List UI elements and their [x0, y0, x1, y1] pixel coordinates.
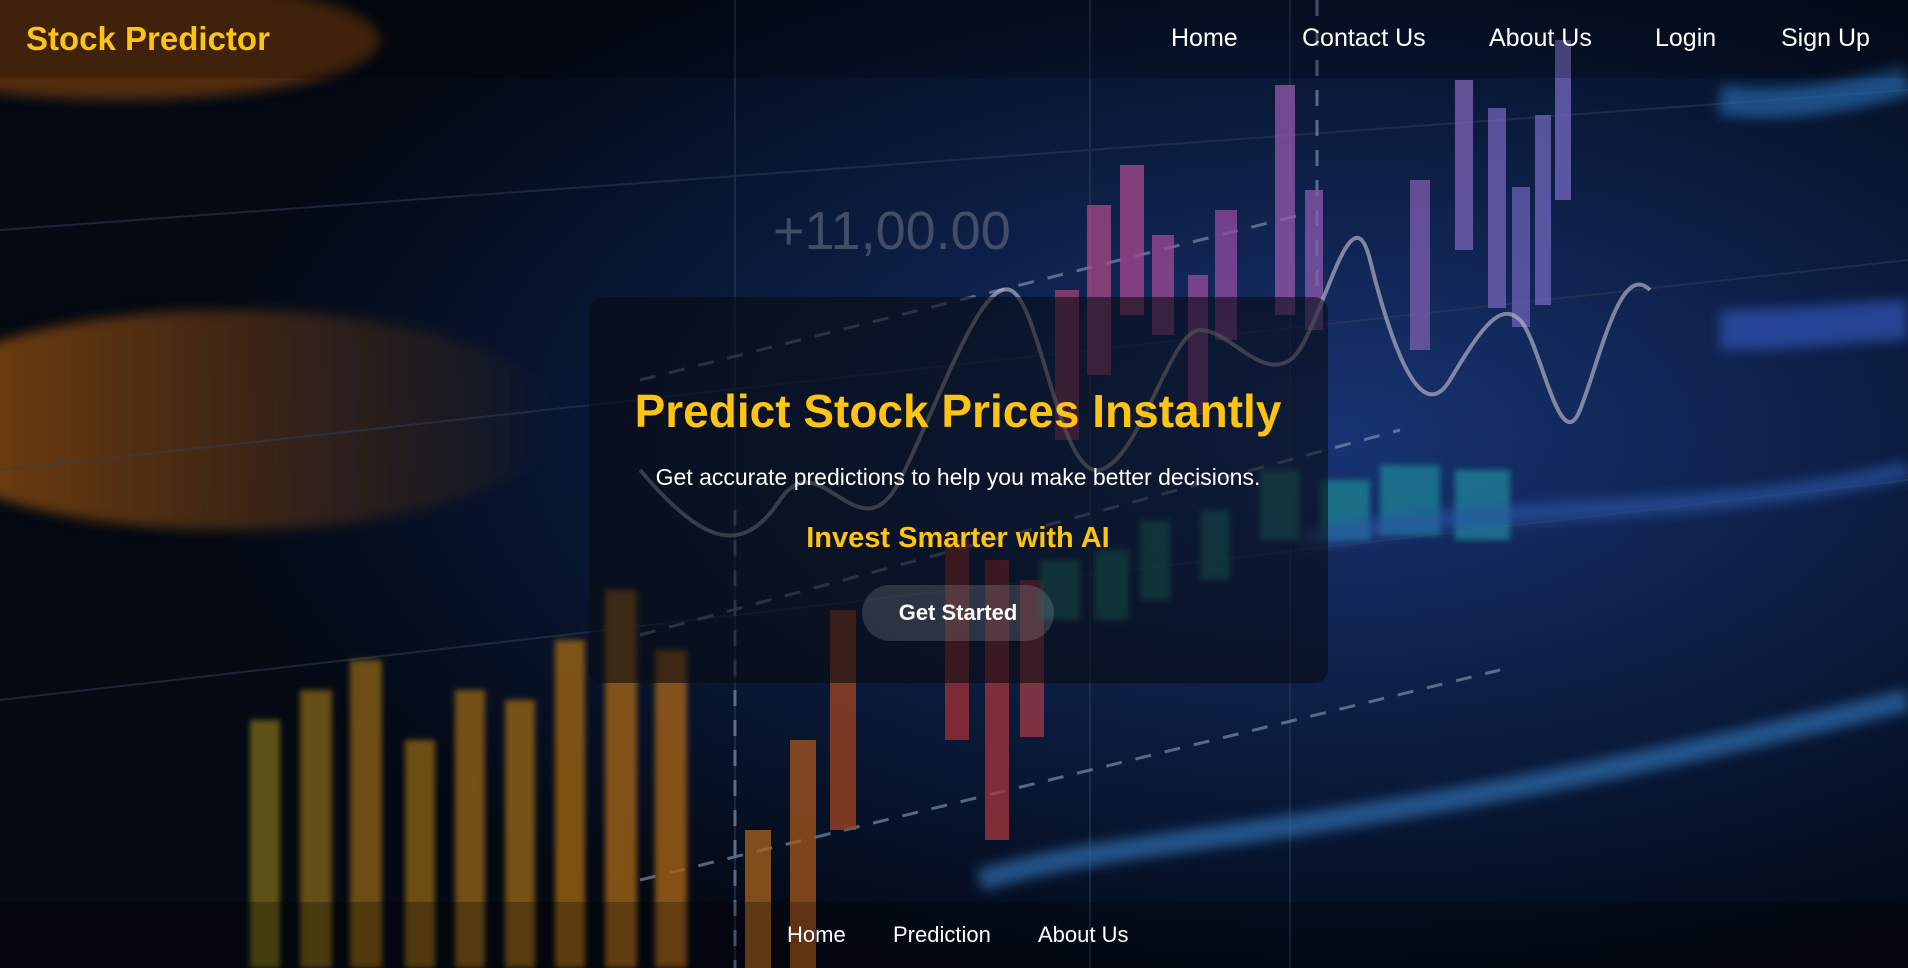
nav-link-contact-us[interactable]: Contact Us: [1302, 24, 1426, 53]
get-started-button[interactable]: Get Started: [862, 585, 1054, 641]
footer-link-home[interactable]: Home: [787, 922, 846, 948]
hero-title: Predict Stock Prices Instantly: [634, 385, 1282, 437]
nav-link-home[interactable]: Home: [1171, 24, 1238, 53]
nav-link-about-us[interactable]: About Us: [1489, 24, 1592, 53]
nav-link-sign-up[interactable]: Sign Up: [1781, 24, 1870, 53]
footer-link-about-us[interactable]: About Us: [1038, 922, 1129, 948]
footer-link-prediction[interactable]: Prediction: [893, 922, 991, 948]
top-navigation-bar: [0, 0, 1908, 78]
hero-subtitle: Get accurate predictions to help you mak…: [655, 464, 1261, 490]
brand-logo-text[interactable]: Stock Predictor: [26, 20, 270, 58]
nav-link-login[interactable]: Login: [1655, 24, 1716, 53]
hero-tagline: Invest Smarter with AI: [806, 522, 1110, 554]
